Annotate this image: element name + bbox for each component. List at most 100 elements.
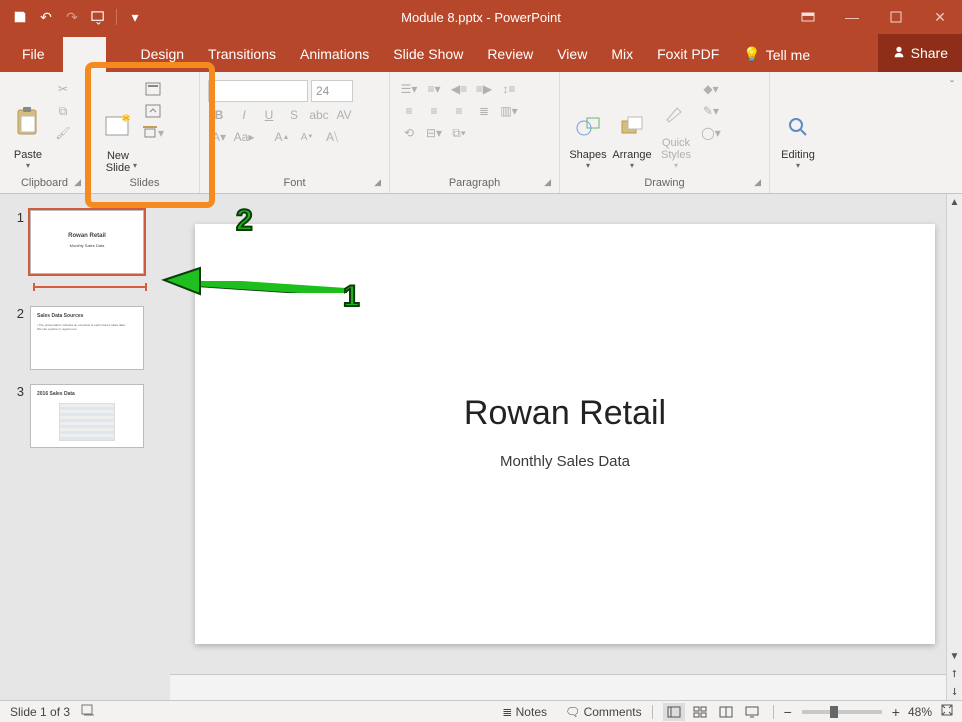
notes-button[interactable]: ≣ Notes: [502, 705, 547, 719]
tab-transitions[interactable]: Transitions: [196, 37, 288, 72]
grow-font-button[interactable]: A▲: [271, 128, 293, 146]
slide-thumbnail[interactable]: 2016 Sales Data: [30, 384, 144, 448]
zoom-slider[interactable]: [802, 710, 882, 714]
shape-fill-button[interactable]: ◆▾: [700, 80, 722, 98]
tab-animations[interactable]: Animations: [288, 37, 381, 72]
slide-subtitle[interactable]: Monthly Sales Data: [195, 453, 935, 470]
shapes-button[interactable]: Shapes ▾: [566, 76, 610, 172]
strike-button[interactable]: abc: [308, 106, 330, 124]
save-icon[interactable]: [10, 7, 30, 27]
justify-button[interactable]: ≣: [473, 102, 495, 120]
shape-outline-button[interactable]: ✎▾: [700, 102, 722, 120]
char-spacing-button[interactable]: AV: [333, 106, 355, 124]
next-slide-icon[interactable]: ⭣: [947, 684, 962, 700]
arrange-button[interactable]: Arrange ▾: [610, 76, 654, 172]
comments-button[interactable]: 🗨 Comments: [565, 705, 642, 719]
bullets-button[interactable]: ☰▾: [398, 80, 420, 98]
tab-foxit[interactable]: Foxit PDF: [645, 37, 731, 72]
align-text-button[interactable]: ⊟▾: [423, 124, 445, 142]
copy-icon[interactable]: ⧉: [52, 102, 74, 120]
paste-button[interactable]: Paste ▾: [6, 76, 50, 172]
increase-indent-button[interactable]: ≡▶: [473, 80, 495, 98]
tab-mix[interactable]: Mix: [599, 37, 645, 72]
tab-slideshow[interactable]: Slide Show: [381, 37, 475, 72]
slide-thumbnail[interactable]: Rowan Retail Monthly Sales Data: [30, 210, 144, 274]
redo-icon[interactable]: ↷: [62, 7, 82, 27]
slide-show-view-icon[interactable]: [741, 703, 763, 721]
dialog-launcher-icon[interactable]: ◢: [754, 177, 761, 188]
thumb-1[interactable]: 1 Rowan Retail Monthly Sales Data: [0, 206, 170, 284]
slide-counter[interactable]: Slide 1 of 3: [10, 705, 70, 719]
slide-thumbnail[interactable]: Sales Data Sources • The presentation in…: [30, 306, 144, 370]
font-size-combo[interactable]: 24: [311, 80, 353, 102]
ribbon-display-options-icon[interactable]: [786, 0, 830, 34]
italic-button[interactable]: I: [233, 106, 255, 124]
align-right-button[interactable]: ≡: [448, 102, 470, 120]
new-slide-button[interactable]: New Slide ▾: [96, 76, 140, 172]
change-case-button[interactable]: Aa▸: [233, 128, 255, 146]
tab-view[interactable]: View: [545, 37, 599, 72]
tab-design[interactable]: DDesignesign: [106, 37, 196, 72]
shadow-button[interactable]: S: [283, 106, 305, 124]
thumbnail-pane[interactable]: 1 Rowan Retail Monthly Sales Data 2 Sale…: [0, 194, 170, 700]
reading-view-icon[interactable]: [715, 703, 737, 721]
normal-view-icon[interactable]: [663, 703, 685, 721]
scroll-down-icon[interactable]: ▼: [947, 648, 962, 664]
slide-title[interactable]: Rowan Retail: [195, 394, 935, 433]
maximize-icon[interactable]: [874, 0, 918, 34]
share-button[interactable]: Share: [878, 34, 962, 72]
vertical-scrollbar[interactable]: ▲ ▼ ⭡ ⭣: [946, 194, 962, 700]
slide-sorter-view-icon[interactable]: [689, 703, 711, 721]
clear-formatting-button[interactable]: A⧹: [321, 128, 343, 146]
minimize-icon[interactable]: —: [830, 0, 874, 34]
horizontal-scroll-area: [170, 674, 946, 700]
start-from-beginning-icon[interactable]: [88, 7, 108, 27]
zoom-percent[interactable]: 48%: [908, 705, 932, 719]
tab-file[interactable]: File: [10, 37, 57, 72]
text-direction-button[interactable]: ⟲: [398, 124, 420, 142]
slides-group-label: Slides: [96, 175, 193, 191]
bold-button[interactable]: B: [208, 106, 230, 124]
section-icon[interactable]: ▾: [142, 124, 164, 142]
prev-slide-icon[interactable]: ⭡: [947, 666, 962, 682]
shape-effects-button[interactable]: ◯▾: [700, 124, 722, 142]
tab-home[interactable]: [63, 37, 107, 72]
thumb-3[interactable]: 3 2016 Sales Data: [0, 380, 170, 458]
ribbon-content: Paste ▾ ✂ ⧉ 🖌 Clipboard◢ New Slide ▾: [0, 72, 962, 194]
collapse-ribbon-icon[interactable]: ˇ: [950, 78, 954, 92]
undo-icon[interactable]: ↶: [36, 7, 56, 27]
numbering-button[interactable]: ≡▾: [423, 80, 445, 98]
smartart-button[interactable]: ⧉▾: [448, 124, 470, 142]
editing-button[interactable]: Editing ▾: [776, 76, 820, 172]
align-left-button[interactable]: ≡: [398, 102, 420, 120]
zoom-out-button[interactable]: −: [784, 704, 792, 720]
scroll-up-icon[interactable]: ▲: [947, 194, 962, 210]
underline-button[interactable]: U: [258, 106, 280, 124]
shrink-font-button[interactable]: A▼: [296, 128, 318, 146]
slide-canvas[interactable]: Rowan Retail Monthly Sales Data: [195, 224, 935, 644]
zoom-handle[interactable]: [830, 706, 838, 718]
cut-icon[interactable]: ✂: [52, 80, 74, 98]
dialog-launcher-icon[interactable]: ◢: [374, 177, 381, 188]
decrease-indent-button[interactable]: ◀≡: [448, 80, 470, 98]
font-family-combo[interactable]: [208, 80, 308, 102]
line-spacing-button[interactable]: ↕≡: [498, 80, 520, 98]
slide-editor-area[interactable]: Rowan Retail Monthly Sales Data: [170, 194, 962, 700]
align-center-button[interactable]: ≡: [423, 102, 445, 120]
close-icon[interactable]: ✕: [918, 0, 962, 34]
quick-styles-button[interactable]: Quick Styles ▾: [654, 76, 698, 172]
qat-customize-icon[interactable]: ▾: [125, 7, 145, 27]
fit-to-window-icon[interactable]: [940, 703, 954, 720]
format-painter-icon[interactable]: 🖌: [52, 124, 74, 142]
spellcheck-icon[interactable]: [80, 703, 96, 720]
reset-icon[interactable]: [142, 102, 164, 120]
dialog-launcher-icon[interactable]: ◢: [74, 177, 81, 188]
thumb-2[interactable]: 2 Sales Data Sources • The presentation …: [0, 302, 170, 380]
tell-me[interactable]: 💡 Tell me: [731, 37, 822, 72]
tab-review[interactable]: Review: [475, 37, 545, 72]
zoom-in-button[interactable]: +: [892, 704, 900, 720]
layout-icon[interactable]: [142, 80, 164, 98]
columns-button[interactable]: ▥▾: [498, 102, 520, 120]
dialog-launcher-icon[interactable]: ◢: [544, 177, 551, 188]
font-color-button[interactable]: A▾: [208, 128, 230, 146]
